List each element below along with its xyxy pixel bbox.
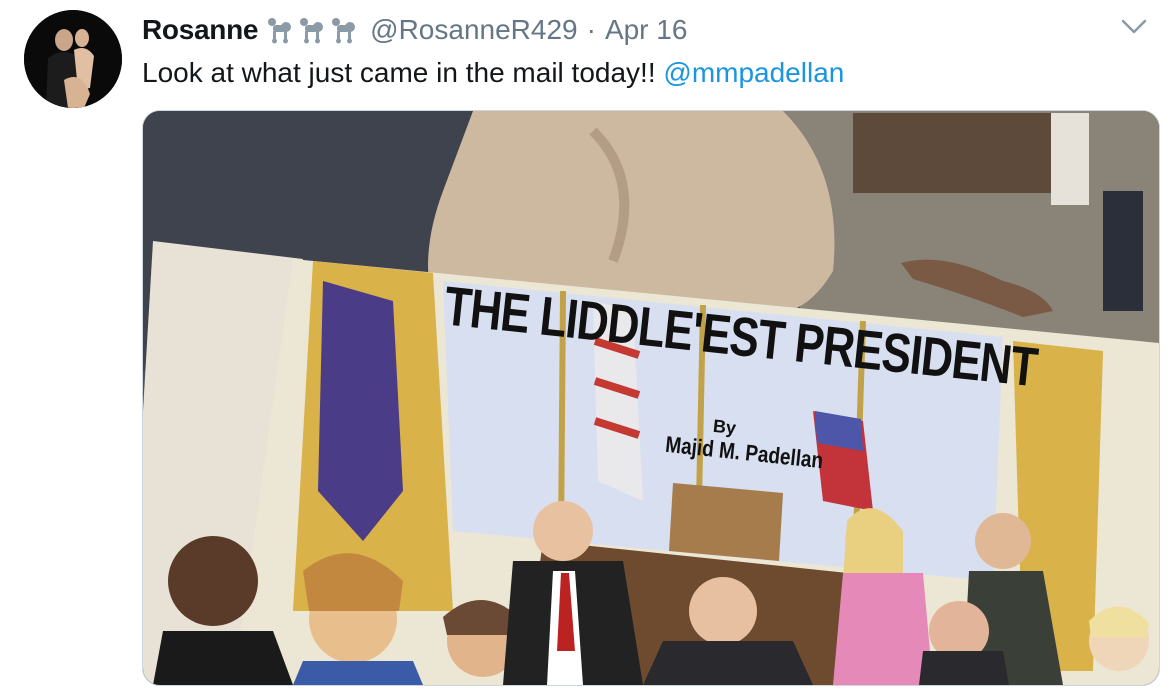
avatar-photo	[24, 10, 122, 108]
poodle-icon	[268, 18, 292, 44]
mention-link[interactable]: @mmpadellan	[663, 57, 844, 88]
avatar[interactable]	[24, 10, 122, 108]
name-emoji-group	[264, 15, 360, 45]
separator-dot: ·	[586, 14, 596, 45]
tweet-text: Look at what just came in the mail today…	[142, 56, 844, 90]
chevron-down-icon[interactable]	[1120, 16, 1148, 38]
poodle-icon	[300, 18, 324, 44]
display-name[interactable]: Rosanne	[142, 14, 258, 46]
user-handle[interactable]: @RosanneR429	[370, 14, 577, 46]
tweet-media-photo[interactable]: THE LIDDLE'EST PRESIDENT By Majid M. Pad…	[142, 110, 1160, 686]
book-by-label: By	[712, 415, 738, 439]
tweet-date[interactable]: Apr 16	[605, 14, 688, 46]
poodle-icon	[332, 18, 356, 44]
flag-left	[318, 281, 403, 541]
tweet-text-body: Look at what just came in the mail today…	[142, 57, 664, 88]
photo-scene	[143, 111, 1159, 685]
furniture	[853, 113, 1053, 193]
tweet-header: Rosanne @RosanneR429 · Apr 16	[142, 12, 687, 48]
